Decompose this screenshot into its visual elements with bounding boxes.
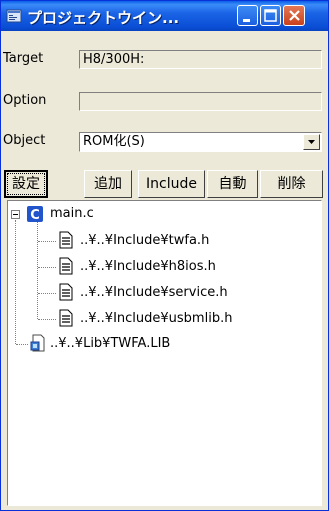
close-icon xyxy=(289,10,300,21)
tree-line xyxy=(38,241,56,242)
include-button[interactable]: Include xyxy=(138,170,205,198)
settings-button[interactable]: 設定 xyxy=(4,170,48,198)
target-label: Target xyxy=(3,51,44,66)
delete-button[interactable]: 削除 xyxy=(260,170,323,198)
tree-item-label: ..¥..¥Include¥usbmlib.h xyxy=(80,311,233,326)
object-select[interactable]: ROM化(S) xyxy=(79,132,322,152)
collapse-toggle[interactable] xyxy=(11,210,20,219)
header-file-icon xyxy=(59,309,73,327)
title-bar[interactable]: プロジェクトウイン... xyxy=(1,1,328,31)
target-row: Target H8/300H: xyxy=(3,48,326,72)
include-button-label: Include xyxy=(146,176,197,192)
add-button[interactable]: 追加 xyxy=(84,170,132,198)
project-tree[interactable]: C main.c ..¥..¥Include¥twfa.h ..¥..¥Incl… xyxy=(7,200,322,506)
tree-line xyxy=(38,319,56,320)
tree-line xyxy=(38,267,56,268)
target-field: H8/300H: xyxy=(79,50,322,69)
object-row: Object ROM化(S) xyxy=(3,130,326,154)
header-file-icon xyxy=(59,231,73,249)
project-window-icon xyxy=(6,9,22,23)
tree-line xyxy=(38,293,56,294)
tree-line xyxy=(37,222,38,319)
project-window: プロジェクトウイン... Target H8/300H: Option Obje… xyxy=(0,0,329,511)
header-file-icon xyxy=(59,283,73,301)
tree-item-label: ..¥..¥Lib¥TWFA.LIB xyxy=(50,336,171,351)
tree-line xyxy=(15,220,16,344)
object-label: Object xyxy=(3,133,46,148)
auto-button[interactable]: 自動 xyxy=(207,170,258,198)
object-select-value: ROM化(S) xyxy=(83,134,145,149)
close-button[interactable] xyxy=(283,5,305,26)
svg-text:C: C xyxy=(30,208,40,223)
library-file-icon xyxy=(30,334,45,352)
maximize-button[interactable] xyxy=(260,5,281,26)
delete-button-label: 削除 xyxy=(277,176,306,192)
object-dropdown-button[interactable] xyxy=(303,134,320,150)
add-button-label: 追加 xyxy=(94,176,122,192)
header-file-icon xyxy=(59,257,73,275)
tree-item-label: ..¥..¥Include¥twfa.h xyxy=(80,233,210,248)
option-row: Option xyxy=(3,90,326,114)
tree-item-label: main.c xyxy=(50,206,94,221)
chevron-down-icon xyxy=(308,140,315,144)
option-field xyxy=(79,92,322,111)
maximize-icon xyxy=(264,9,277,22)
tree-item-label: ..¥..¥Include¥service.h xyxy=(80,285,228,300)
tree-item-label: ..¥..¥Include¥h8ios.h xyxy=(80,259,216,274)
c-source-icon: C xyxy=(27,206,43,223)
auto-button-label: 自動 xyxy=(218,176,247,192)
option-label: Option xyxy=(3,93,47,108)
tree-line xyxy=(16,344,28,345)
minimize-button[interactable] xyxy=(237,5,258,26)
minimize-icon xyxy=(243,19,250,22)
settings-button-label: 設定 xyxy=(6,172,46,196)
window-title: プロジェクトウイン... xyxy=(27,9,180,27)
